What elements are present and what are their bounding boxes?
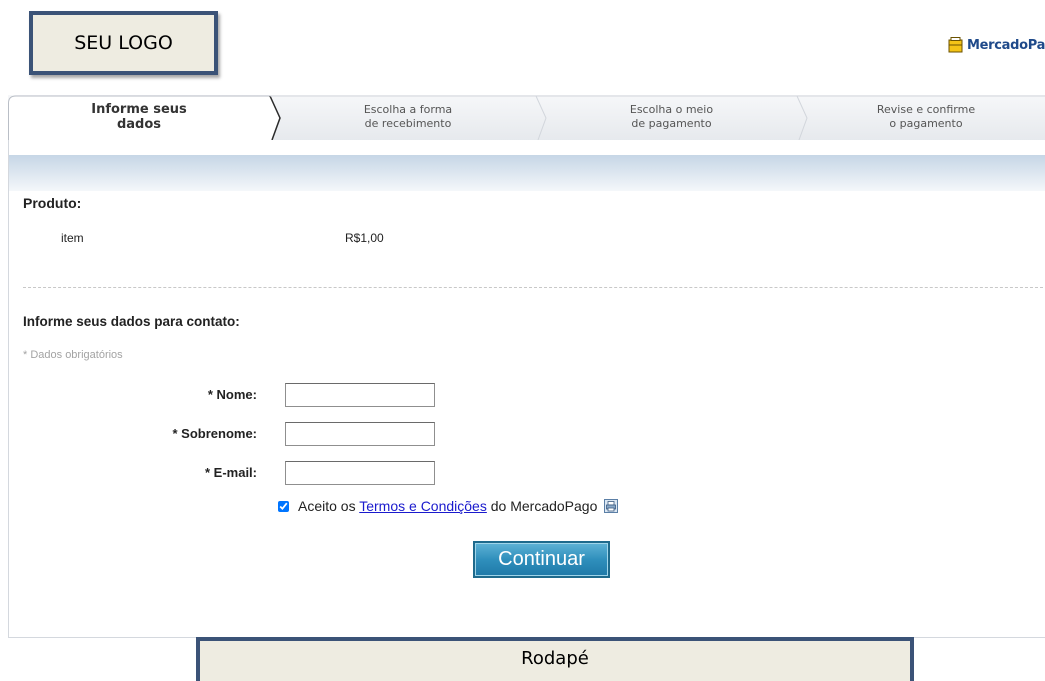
nome-label: * Nome: (207, 387, 257, 402)
step-meio-pagamento: Escolha o meio de pagamento (546, 95, 797, 141)
checkout-steps: Informe seus dados Escolha a forma de rece… (8, 95, 1045, 141)
product-heading: Produto: (23, 195, 82, 211)
terms-link[interactable]: Termos e Condições (359, 498, 487, 514)
footer-placeholder: Rodapé (196, 637, 914, 681)
step-informe-dados: Informe seus dados (8, 95, 270, 141)
email-input[interactable] (285, 461, 435, 485)
wallet-icon (948, 37, 963, 53)
sobrenome-input[interactable] (285, 422, 435, 446)
email-label: * E-mail: (204, 465, 257, 480)
sobrenome-label: * Sobrenome: (172, 426, 257, 441)
step-label-line2: de pagamento (631, 117, 712, 130)
continue-button[interactable]: Continuar (473, 541, 610, 578)
contact-heading: Informe seus dados para contato: (23, 314, 240, 329)
step-label-line2: dados (116, 117, 162, 132)
checkout-panel: Produto: item R$1,00 Informe seus dados … (8, 140, 1045, 638)
step-label-line2: de recebimento (364, 117, 452, 130)
terms-checkbox[interactable] (278, 501, 289, 512)
step-label-line1: Revise e confirme (876, 103, 976, 116)
terms-text: Aceito os Termos e Condições do MercadoP… (298, 498, 619, 514)
nome-input[interactable] (285, 383, 435, 407)
brand-name: MercadoPago (967, 37, 1045, 53)
product-item-name: item (61, 231, 84, 245)
step-label-line2: o pagamento (889, 117, 963, 130)
step-label-line1: Escolha o meio (629, 103, 714, 116)
terms-prefix: Aceito os (298, 498, 356, 514)
print-icon[interactable] (604, 499, 619, 513)
header-band (9, 155, 1045, 191)
required-note: * Dados obrigatórios (23, 349, 123, 361)
section-divider (23, 287, 1043, 288)
terms-suffix: do MercadoPago (490, 498, 598, 514)
mercadopago-brand: MercadoPago (948, 37, 1045, 53)
step-forma-recebimento: Escolha a forma de recebimento (280, 95, 536, 141)
step-revise-confirme: Revise e confirme o pagamento (807, 95, 1045, 141)
step-label-line1: Informe seus (91, 102, 187, 117)
step-label-line1: Escolha a forma (363, 103, 453, 116)
logo-placeholder: SEU LOGO (29, 11, 218, 75)
product-item-price: R$1,00 (345, 231, 384, 245)
